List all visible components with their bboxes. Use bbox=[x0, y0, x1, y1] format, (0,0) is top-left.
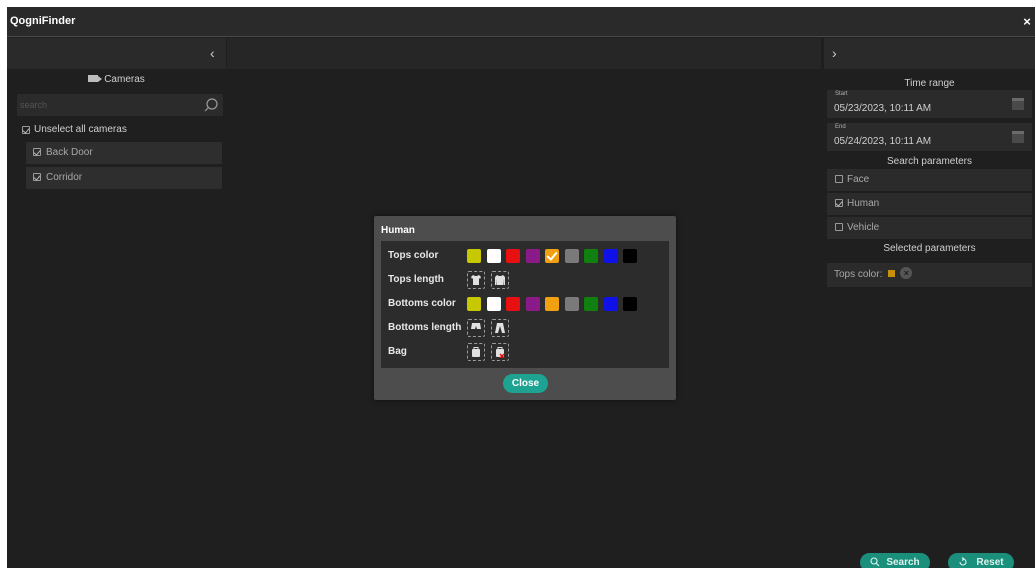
checkbox-icon[interactable] bbox=[835, 223, 843, 232]
color-swatch-red[interactable] bbox=[506, 249, 520, 263]
dialog-title: Human bbox=[381, 225, 415, 236]
search-panel: Time range Start 05/23/2023, 10:11 AM En… bbox=[824, 69, 1035, 568]
camera-search-input[interactable] bbox=[20, 94, 200, 116]
camera-item[interactable]: Back Door bbox=[26, 142, 222, 164]
search-button[interactable]: Search bbox=[860, 553, 930, 568]
bottoms-color-swatches bbox=[467, 297, 643, 311]
start-label: Start bbox=[835, 91, 848, 97]
time-range-title: Time range bbox=[904, 78, 955, 89]
color-swatch-orange[interactable] bbox=[545, 249, 559, 263]
checkbox-icon[interactable] bbox=[22, 125, 30, 134]
video-camera-icon bbox=[88, 74, 103, 82]
long-pants-icon[interactable] bbox=[491, 319, 509, 337]
unselect-all-cameras-label: Unselect all cameras bbox=[34, 124, 127, 135]
search-param-human[interactable]: Human bbox=[827, 193, 1032, 215]
color-swatch-blue[interactable] bbox=[603, 249, 618, 263]
camera-item[interactable]: Corridor bbox=[26, 167, 222, 189]
bag-options bbox=[467, 343, 515, 361]
end-date-value: 05/24/2023, 10:11 AM bbox=[834, 136, 932, 147]
search-param-face[interactable]: Face bbox=[827, 169, 1032, 191]
color-swatch-red[interactable] bbox=[506, 297, 520, 311]
color-swatch-yellow[interactable] bbox=[467, 249, 481, 263]
app-title: QogniFinder bbox=[10, 15, 76, 27]
remove-parameter-icon[interactable]: × bbox=[900, 267, 913, 280]
color-swatch-purple[interactable] bbox=[525, 297, 540, 311]
search-icon bbox=[870, 557, 880, 567]
search-param-label: Vehicle bbox=[847, 222, 880, 233]
camera-item-label: Back Door bbox=[46, 147, 93, 158]
color-swatch-white[interactable] bbox=[486, 297, 501, 311]
start-date-value: 05/23/2023, 10:11 AM bbox=[834, 103, 932, 114]
selected-color-swatch bbox=[888, 269, 896, 277]
calendar-icon[interactable] bbox=[1012, 131, 1024, 143]
no-bag-icon[interactable] bbox=[491, 343, 509, 361]
cameras-header-label: Cameras bbox=[104, 74, 145, 85]
checkbox-icon[interactable] bbox=[835, 199, 843, 208]
color-swatch-gray[interactable] bbox=[564, 297, 579, 311]
checkbox-icon[interactable] bbox=[835, 175, 843, 184]
color-swatch-black[interactable] bbox=[623, 297, 637, 311]
cameras-header: Cameras bbox=[7, 74, 226, 85]
reset-icon bbox=[959, 557, 967, 566]
end-label: End bbox=[835, 124, 846, 130]
color-swatch-green[interactable] bbox=[584, 297, 598, 311]
camera-item-label: Corridor bbox=[46, 172, 83, 183]
unselect-all-cameras-toggle[interactable]: Unselect all cameras bbox=[22, 124, 127, 135]
search-icon[interactable] bbox=[203, 97, 219, 113]
color-swatch-gray[interactable] bbox=[564, 249, 579, 263]
selected-parameter-label: Tops color: bbox=[834, 269, 883, 280]
end-date-field[interactable]: End 05/24/2023, 10:11 AM bbox=[827, 123, 1032, 151]
calendar-icon[interactable] bbox=[1012, 98, 1024, 110]
tops-length-options bbox=[467, 271, 515, 289]
start-date-field[interactable]: Start 05/23/2023, 10:11 AM bbox=[827, 90, 1032, 118]
dialog-close-button[interactable]: Close bbox=[503, 374, 548, 393]
right-panel-header: › bbox=[824, 38, 1035, 69]
selected-parameters-title: Selected parameters bbox=[883, 243, 976, 254]
bottoms-color-label: Bottoms color bbox=[388, 298, 456, 309]
checkbox-icon[interactable] bbox=[33, 148, 41, 157]
collapse-right-panel-button[interactable]: › bbox=[832, 46, 844, 60]
tops-color-swatches bbox=[467, 249, 643, 263]
shorts-icon[interactable] bbox=[467, 319, 485, 337]
search-parameters-title: Search parameters bbox=[886, 156, 973, 167]
bag-icon[interactable] bbox=[467, 343, 485, 361]
bag-label: Bag bbox=[388, 346, 407, 357]
color-swatch-black[interactable] bbox=[623, 249, 637, 263]
dialog-body: Tops color Tops length Bottoms color Bot… bbox=[381, 241, 669, 368]
search-param-vehicle[interactable]: Vehicle bbox=[827, 217, 1032, 239]
color-swatch-blue[interactable] bbox=[603, 297, 618, 311]
bottoms-length-options bbox=[467, 319, 515, 337]
camera-search-box bbox=[17, 94, 223, 116]
color-swatch-purple[interactable] bbox=[525, 249, 540, 263]
color-swatch-green[interactable] bbox=[584, 249, 598, 263]
color-swatch-orange[interactable] bbox=[545, 297, 559, 311]
center-header bbox=[227, 38, 821, 69]
long-sleeve-top-icon[interactable] bbox=[491, 271, 509, 289]
collapse-left-panel-button[interactable]: ‹ bbox=[210, 46, 222, 60]
human-attributes-dialog: Human Tops color Tops length Bottoms col… bbox=[374, 216, 676, 400]
reset-button[interactable]: Reset bbox=[948, 553, 1014, 568]
selected-parameter-chip: Tops color: × bbox=[827, 263, 1032, 287]
short-sleeve-top-icon[interactable] bbox=[467, 271, 485, 289]
title-bar: QogniFinder × bbox=[7, 7, 1035, 37]
search-param-label: Human bbox=[847, 198, 880, 209]
tops-color-label: Tops color bbox=[388, 250, 439, 261]
window-close-button[interactable]: × bbox=[1020, 14, 1034, 30]
tops-length-label: Tops length bbox=[388, 274, 444, 285]
left-panel-header: ‹ bbox=[7, 38, 226, 69]
color-swatch-yellow[interactable] bbox=[467, 297, 481, 311]
reset-button-label: Reset bbox=[976, 557, 1004, 568]
search-param-label: Face bbox=[847, 174, 870, 185]
color-swatch-white[interactable] bbox=[486, 249, 501, 263]
search-button-label: Search bbox=[886, 557, 920, 568]
checkbox-icon[interactable] bbox=[33, 173, 41, 182]
bottoms-length-label: Bottoms length bbox=[388, 322, 462, 333]
